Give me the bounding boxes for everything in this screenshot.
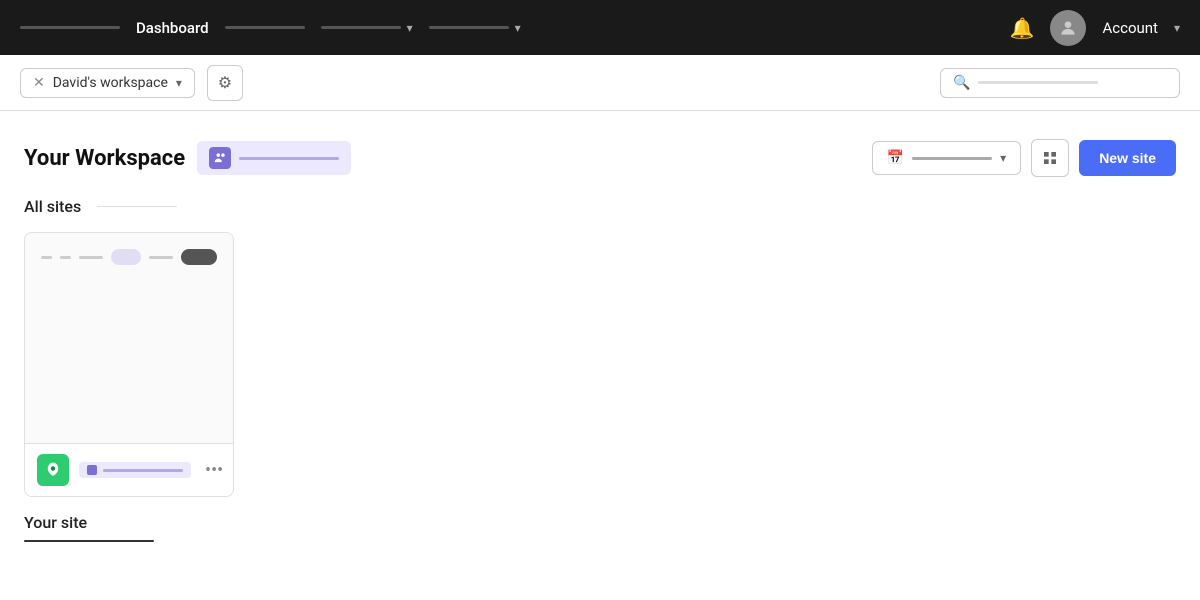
your-site-underline — [24, 540, 154, 542]
all-sites-row: All sites — [24, 197, 1176, 216]
preview-row-1 — [41, 249, 217, 265]
nav-item-3[interactable]: ▾ — [429, 21, 521, 35]
all-sites-divider — [97, 206, 177, 207]
preview-bar — [79, 256, 103, 259]
search-box[interactable]: 🔍 — [940, 68, 1180, 98]
workspace-badge — [197, 141, 351, 175]
workspace-chevron-icon: ▾ — [176, 76, 182, 90]
main-content: Your Workspace 📅 ▾ — [0, 111, 1200, 600]
badge-text-bar — [239, 157, 339, 160]
all-sites-label: All sites — [24, 197, 81, 216]
workspace-actions: 📅 ▾ New site — [872, 139, 1176, 177]
badge-icon — [87, 465, 97, 475]
nav-logo — [20, 26, 120, 29]
new-site-button[interactable]: New site — [1079, 140, 1176, 176]
workspace-title: Your Workspace — [24, 146, 185, 171]
sort-button[interactable]: 📅 ▾ — [872, 141, 1021, 175]
site-info-badge — [79, 462, 191, 478]
preview-bar — [149, 256, 173, 259]
workspace-selector[interactable]: ✕ David's workspace ▾ — [20, 68, 195, 98]
chevron-icon-1: ▾ — [407, 21, 413, 35]
your-site-label: Your site — [24, 513, 1176, 532]
site-favicon — [37, 454, 69, 486]
site-info-bar — [103, 469, 183, 472]
site-card-preview — [25, 233, 233, 443]
top-navigation: Dashboard ▾ ▾ 🔔 Account ▾ — [0, 0, 1200, 55]
nav-right-section: 🔔 Account ▾ — [1010, 10, 1180, 46]
nav-bar-2 — [321, 26, 401, 29]
nav-bar-3 — [429, 26, 509, 29]
calendar-icon: 📅 — [887, 150, 904, 166]
settings-button[interactable]: ⚙ — [207, 65, 243, 101]
nav-item-2[interactable]: ▾ — [321, 21, 413, 35]
notifications-icon[interactable]: 🔔 — [1010, 16, 1035, 40]
site-card-footer: ••• — [25, 443, 233, 496]
sort-label-bar — [912, 157, 992, 160]
nav-dashboard-label: Dashboard — [136, 19, 209, 37]
close-icon: ✕ — [33, 75, 45, 91]
chevron-icon-2: ▾ — [515, 21, 521, 35]
workspace-title-row: Your Workspace — [24, 141, 351, 175]
preview-pill-dark — [181, 249, 217, 265]
search-placeholder — [978, 81, 1098, 84]
account-label[interactable]: Account — [1102, 19, 1158, 37]
nav-dashboard[interactable]: Dashboard — [136, 19, 209, 37]
gear-icon: ⚙ — [218, 73, 232, 92]
preview-pill — [111, 249, 141, 265]
site-more-button[interactable]: ••• — [201, 456, 227, 485]
search-icon: 🔍 — [953, 75, 970, 91]
workspace-header: Your Workspace 📅 ▾ — [24, 139, 1176, 177]
nav-bar-1 — [225, 26, 305, 29]
account-chevron-icon: ▾ — [1174, 21, 1180, 35]
team-icon — [209, 147, 231, 169]
sort-chevron-icon: ▾ — [1000, 151, 1006, 165]
workspace-label: David's workspace — [53, 75, 168, 91]
site-info — [79, 462, 191, 478]
site-card[interactable]: ••• — [24, 232, 234, 497]
view-toggle-button[interactable] — [1031, 139, 1069, 177]
avatar[interactable] — [1050, 10, 1086, 46]
preview-bar — [41, 256, 52, 259]
sub-navigation: ✕ David's workspace ▾ ⚙ 🔍 — [0, 55, 1200, 111]
preview-bar — [60, 256, 71, 259]
your-site-section: Your site — [24, 513, 1176, 542]
